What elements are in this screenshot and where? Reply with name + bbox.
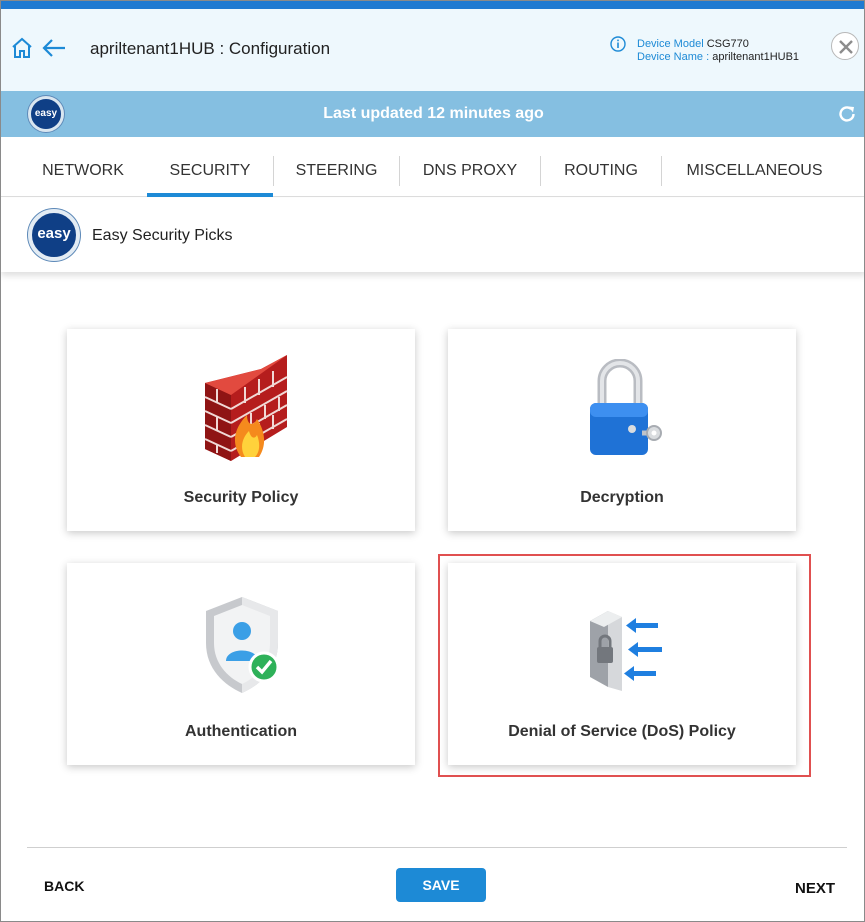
dos-policy-card[interactable]: Denial of Service (DoS) Policy [448,563,796,765]
device-name-key: Device Name : [637,51,710,63]
card-label: Denial of Service (DoS) Policy [508,723,736,740]
tab-dns-proxy[interactable]: DNS PROXY [400,137,540,197]
device-model-value: CSG770 [706,38,749,50]
app-window: apriltenant1HUB : Configuration Device M… [0,0,865,922]
status-bar: easy Last updated 12 minutes ago [1,91,864,137]
firewall-icon [204,355,288,461]
device-name-value: apriltenant1HUB1 [712,51,800,63]
back-button[interactable]: BACK [44,878,84,894]
page-title: apriltenant1HUB : Configuration [90,39,331,58]
info-icon [610,36,626,52]
device-model-key: Device Model [637,38,704,50]
dos-shield-icon [590,611,662,691]
tab-security[interactable]: SECURITY [147,137,273,197]
tab-steering[interactable]: STEERING [274,137,399,197]
tab-routing[interactable]: ROUTING [541,137,661,197]
tab-miscellaneous[interactable]: MISCELLANEOUS [662,137,847,197]
user-shield-icon [206,597,280,693]
top-accent-bar [1,1,864,9]
padlock-icon [590,359,662,455]
decryption-card[interactable]: Decryption [448,329,796,531]
tab-network[interactable]: NETWORK [18,137,148,197]
close-button[interactable] [831,32,859,60]
config-tabs: NETWORK SECURITY STEERING DNS PROXY ROUT… [1,137,864,197]
refresh-icon[interactable] [837,104,857,124]
device-info: Device Model CSG770 Device Name : aprilt… [637,38,799,64]
footer-divider [27,847,847,848]
back-arrow-icon[interactable] [41,36,67,60]
security-policy-card[interactable]: Security Policy [67,329,415,531]
page-header: apriltenant1HUB : Configuration Device M… [1,9,864,91]
easy-logo: easy [28,209,80,261]
save-button[interactable]: SAVE [396,868,486,902]
close-icon [839,40,853,54]
section-header: easy Easy Security Picks [1,198,864,272]
authentication-card[interactable]: Authentication [67,563,415,765]
last-updated-text: Last updated 12 minutes ago [323,105,544,122]
card-label: Authentication [185,723,297,740]
next-button[interactable]: NEXT [795,880,835,897]
card-label: Decryption [580,489,664,506]
home-icon[interactable] [10,36,34,60]
section-title: Easy Security Picks [92,227,233,244]
card-label: Security Policy [183,489,299,506]
